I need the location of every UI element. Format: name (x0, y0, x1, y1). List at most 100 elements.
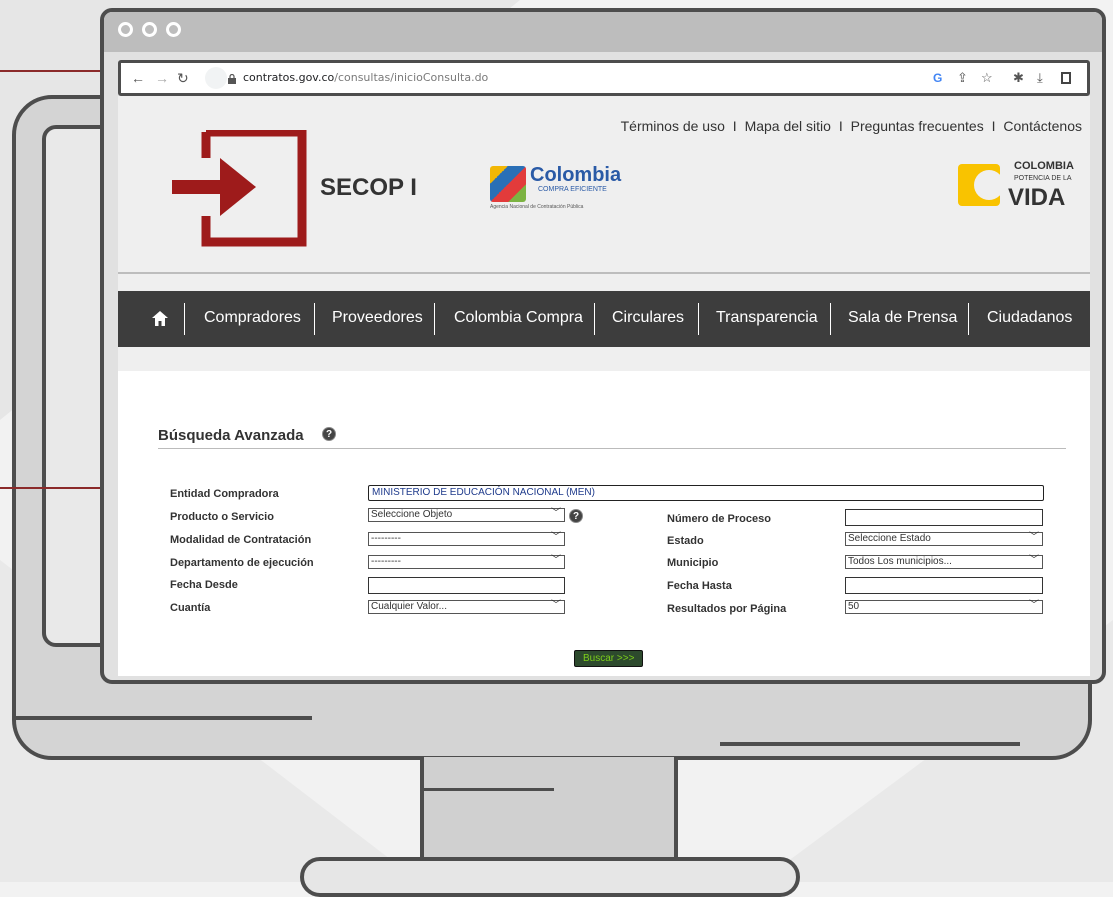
cuantia-value: Cualquier Valor... (371, 601, 447, 612)
estado-label: Estado (667, 535, 704, 547)
nav-separator (434, 303, 435, 335)
gov-line3: VIDA (1008, 184, 1066, 211)
fecha-hasta-label: Fecha Hasta (667, 580, 732, 592)
share-icon[interactable]: ⇪ (957, 70, 968, 86)
producto-label: Producto o Servicio (170, 511, 274, 523)
maximize-window-button[interactable] (166, 22, 181, 37)
reload-icon[interactable]: ↻ (177, 70, 189, 87)
municipio-label: Municipio (667, 557, 719, 569)
secop-title: SECOP I (320, 174, 417, 201)
gov-line1: COLOMBIA (1014, 160, 1074, 172)
chevron-down-icon: ﹀ (551, 508, 561, 519)
link-contactenos[interactable]: Contáctenos (1003, 118, 1082, 134)
chevron-down-icon: ﹀ (1029, 555, 1039, 566)
link-separator: I (838, 118, 843, 134)
back-arrow-icon[interactable]: ← (131, 70, 145, 86)
chevron-down-icon: ﹀ (1029, 532, 1039, 543)
fecha-desde-input[interactable] (368, 577, 565, 594)
chevron-down-icon: ﹀ (551, 600, 561, 611)
nav-sala-de-prensa[interactable]: Sala de Prensa (848, 309, 957, 327)
nav-colombia-compra[interactable]: Colombia Compra (454, 309, 583, 327)
municipio-value: Todos Los municipios... (848, 556, 952, 567)
home-icon[interactable] (152, 311, 168, 326)
puzzle-icon[interactable]: ✱ (1013, 70, 1024, 86)
gov-logo-icon (958, 164, 1004, 206)
monitor-base (300, 857, 800, 897)
url-domain: contratos.gov.co (243, 71, 335, 84)
link-mapa[interactable]: Mapa del sitio (745, 118, 831, 134)
numero-proceso-input[interactable] (845, 509, 1043, 526)
resultados-value: 50 (848, 601, 860, 612)
url-path: /consultas/inicioConsulta.do (334, 71, 489, 84)
link-preguntas[interactable]: Preguntas frecuentes (851, 118, 984, 134)
cuantia-select[interactable]: Cualquier Valor... ﹀ (368, 600, 565, 614)
cce-logo-icon (490, 166, 526, 202)
cce-name: Colombia (530, 164, 622, 186)
departamento-label: Departamento de ejecución (170, 557, 314, 569)
fecha-hasta-input[interactable] (845, 577, 1043, 594)
nav-transparencia[interactable]: Transparencia (716, 309, 818, 327)
nav-separator (594, 303, 595, 335)
forward-arrow-icon[interactable]: → (155, 70, 169, 86)
monitor-stand-line (424, 788, 554, 791)
header-divider (118, 272, 1090, 274)
nav-separator (830, 303, 831, 335)
numero-proceso-label: Número de Proceso (667, 513, 771, 525)
sidebar-icon[interactable] (1061, 72, 1071, 84)
help-icon[interactable]: ? (569, 509, 583, 523)
web-page: Términos de uso I Mapa del sitio I Pregu… (118, 96, 1090, 676)
resultados-select[interactable]: 50 ﹀ (845, 600, 1043, 614)
departamento-value: --------- (371, 556, 401, 567)
municipio-select[interactable]: Todos Los municipios... ﹀ (845, 555, 1043, 569)
entidad-label: Entidad Compradora (170, 488, 279, 500)
secop-logo-icon[interactable] (170, 130, 310, 248)
cuantia-label: Cuantía (170, 602, 211, 614)
search-form-panel: Búsqueda Avanzada ? Entidad Compradora M… (118, 371, 1090, 676)
monitor-line (720, 742, 1020, 746)
lock-icon (228, 74, 236, 84)
close-window-button[interactable] (118, 22, 133, 37)
download-icon[interactable]: ⤓ (1037, 70, 1043, 86)
title-bar (104, 12, 1102, 52)
nav-compradores[interactable]: Compradores (204, 309, 301, 327)
producto-value: Seleccione Objeto (371, 509, 453, 520)
buscar-button[interactable]: Buscar >>> (574, 650, 644, 667)
modalidad-label: Modalidad de Contratación (170, 534, 312, 546)
cce-sub: COMPRA EFICIENTE (538, 186, 607, 193)
top-links: Términos de uso I Mapa del sitio I Pregu… (621, 118, 1082, 134)
main-nav: Compradores Proveedores Colombia Compra … (118, 291, 1090, 347)
fecha-desde-label: Fecha Desde (170, 579, 238, 591)
nav-separator (968, 303, 969, 335)
link-separator: I (991, 118, 996, 134)
address-bar[interactable]: ← → ↻ contratos.gov.co/consultas/inicioC… (118, 60, 1090, 96)
nav-separator (314, 303, 315, 335)
nav-separator (698, 303, 699, 335)
modalidad-select[interactable]: --------- ﹀ (368, 532, 565, 546)
help-icon[interactable]: ? (322, 427, 336, 441)
nav-ciudadanos[interactable]: Ciudadanos (987, 309, 1072, 327)
nav-proveedores[interactable]: Proveedores (332, 309, 423, 327)
cce-agency: Agencia Nacional de Contratación Pública (490, 204, 584, 210)
url-text[interactable]: contratos.gov.co/consultas/inicioConsult… (243, 71, 488, 84)
url-pill (205, 67, 227, 89)
nav-separator (184, 303, 185, 335)
nav-circulares[interactable]: Circulares (612, 309, 684, 327)
browser-window: ← → ↻ contratos.gov.co/consultas/inicioC… (100, 8, 1106, 684)
estado-select[interactable]: Seleccione Estado ﹀ (845, 532, 1043, 546)
modalidad-value: --------- (371, 533, 401, 544)
monitor-line (12, 716, 312, 720)
departamento-select[interactable]: --------- ﹀ (368, 555, 565, 569)
link-separator: I (732, 118, 737, 134)
minimize-window-button[interactable] (142, 22, 157, 37)
producto-select[interactable]: Seleccione Objeto ﹀ (368, 508, 565, 522)
link-terminos[interactable]: Términos de uso (621, 118, 725, 134)
monitor-stand (420, 757, 678, 867)
chevron-down-icon: ﹀ (1029, 600, 1039, 611)
star-icon[interactable]: ☆ (981, 70, 993, 86)
google-icon[interactable]: G (933, 71, 942, 85)
gov-line2: POTENCIA DE LA (1014, 175, 1072, 182)
entidad-input[interactable]: MINISTERIO DE EDUCACIÓN NACIONAL (MEN) (368, 485, 1044, 501)
form-title-divider (158, 448, 1066, 449)
form-title: Búsqueda Avanzada (158, 427, 304, 444)
chevron-down-icon: ﹀ (551, 532, 561, 543)
